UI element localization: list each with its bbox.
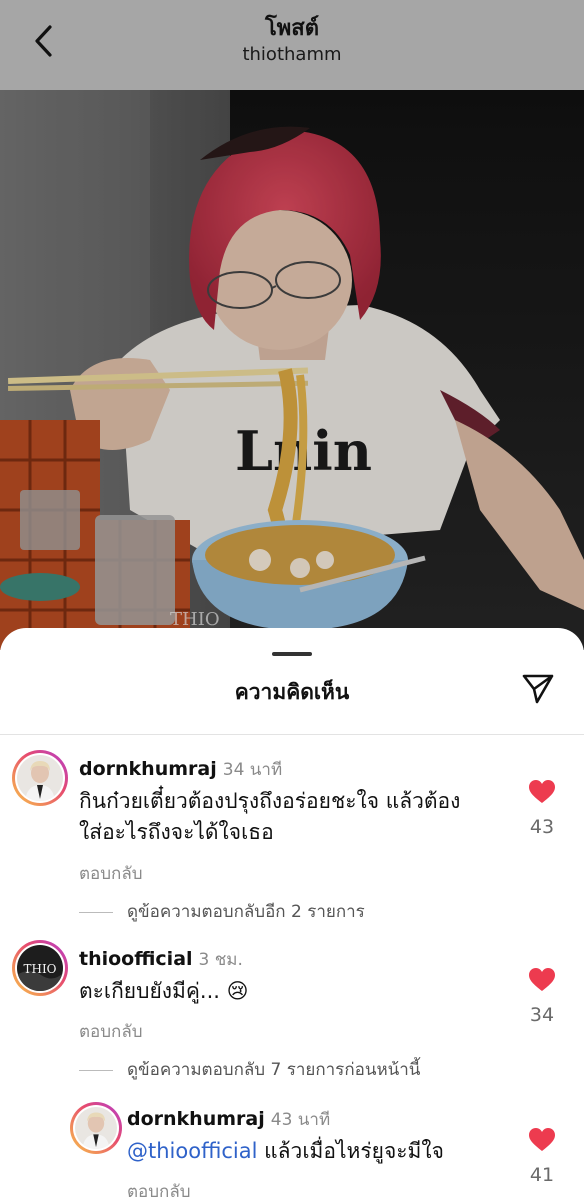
comments-sheet: ความคิดเห็น dornkhumraj 34 นาที กินก๋วยเต… (0, 628, 584, 1200)
sheet-grabber[interactable] (272, 652, 312, 656)
comment-item: dornkhumraj 34 นาที กินก๋วยเตี๋ยวต้องปรุง… (0, 742, 584, 932)
reply-comment-item: dornkhumraj 43 นาที @thioofficial แล้วเมื… (0, 1098, 584, 1200)
view-replies-line (79, 911, 113, 913)
heart-icon[interactable] (529, 968, 555, 992)
avatar[interactable]: THIO (12, 940, 68, 996)
username-text[interactable]: thioofficial (79, 948, 193, 970)
page-title: โพสต์ (264, 16, 320, 41)
comment-text: กินก๋วยเตี๋ยวต้องปรุงถึงอร่อยชะใจ แล้วต้… (79, 786, 460, 848)
comment-username[interactable]: thioofficial 3 ชม. (79, 946, 243, 973)
comment-text-line: ใส่อะไรถึงจะได้ใจเธอ (79, 820, 274, 844)
sheet-divider (0, 734, 584, 735)
username-text[interactable]: dornkhumraj (127, 1108, 265, 1130)
comment-username[interactable]: dornkhumraj 43 นาที (127, 1106, 330, 1133)
like-count: 43 (529, 816, 555, 838)
post-author-username[interactable]: thiothamm (0, 44, 584, 65)
comment-time: 3 ชม. (198, 950, 243, 970)
like-count: 41 (529, 1164, 555, 1186)
comment-item: THIO thioofficial 3 ชม. ตะเกียบยังมีคู่..… (0, 938, 584, 1108)
avatar-logo-text: THIO (23, 962, 56, 976)
view-replies-line (79, 1069, 113, 1071)
view-replies-label: ดูข้อความตอบกลับอีก 2 รายการ (127, 902, 365, 922)
comments-title: ความคิดเห็น (234, 680, 350, 704)
reply-button[interactable]: ตอบกลับ (79, 860, 143, 887)
heart-icon[interactable] (529, 780, 555, 804)
comment-text-line: กินก๋วยเตี๋ยวต้องปรุงถึงอร่อยชะใจ แล้วต้… (79, 789, 461, 813)
post-photo[interactable]: Lnin THIO (0, 90, 584, 650)
username-text[interactable]: dornkhumraj (79, 758, 217, 780)
comment-time: 43 นาที (270, 1110, 331, 1130)
top-bar: โพสต์ thiothamm (0, 0, 584, 90)
like-button[interactable]: 43 (527, 780, 557, 838)
view-replies-button[interactable]: ดูข้อความตอบกลับอีก 2 รายการ (79, 898, 365, 925)
comment-time: 34 นาที (222, 760, 283, 780)
like-count: 34 (529, 1004, 555, 1026)
view-replies-label: ดูข้อความตอบกลับ 7 รายการก่อนหน้านี้ (127, 1060, 421, 1080)
reply-button[interactable]: ตอบกลับ (79, 1018, 143, 1045)
comment-text-body: แล้วเมื่อไหร่ยูจะมีใจ (257, 1139, 444, 1163)
heart-icon[interactable] (529, 1128, 555, 1152)
reply-button[interactable]: ตอบกลับ (127, 1178, 191, 1200)
like-button[interactable]: 41 (527, 1128, 557, 1186)
view-replies-button[interactable]: ดูข้อความตอบกลับ 7 รายการก่อนหน้านี้ (79, 1056, 420, 1083)
like-button[interactable]: 34 (527, 968, 557, 1026)
avatar[interactable] (70, 1102, 122, 1154)
comment-username[interactable]: dornkhumraj 34 นาที (79, 756, 282, 783)
comment-text: ตะเกียบยังมีคู่... 😢 (79, 979, 249, 1003)
comment-text: @thioofficial แล้วเมื่อไหร่ยูจะมีใจ (127, 1136, 444, 1167)
avatar[interactable] (12, 750, 68, 806)
share-send-icon[interactable] (520, 670, 556, 706)
mention-link[interactable]: @thioofficial (127, 1139, 257, 1163)
